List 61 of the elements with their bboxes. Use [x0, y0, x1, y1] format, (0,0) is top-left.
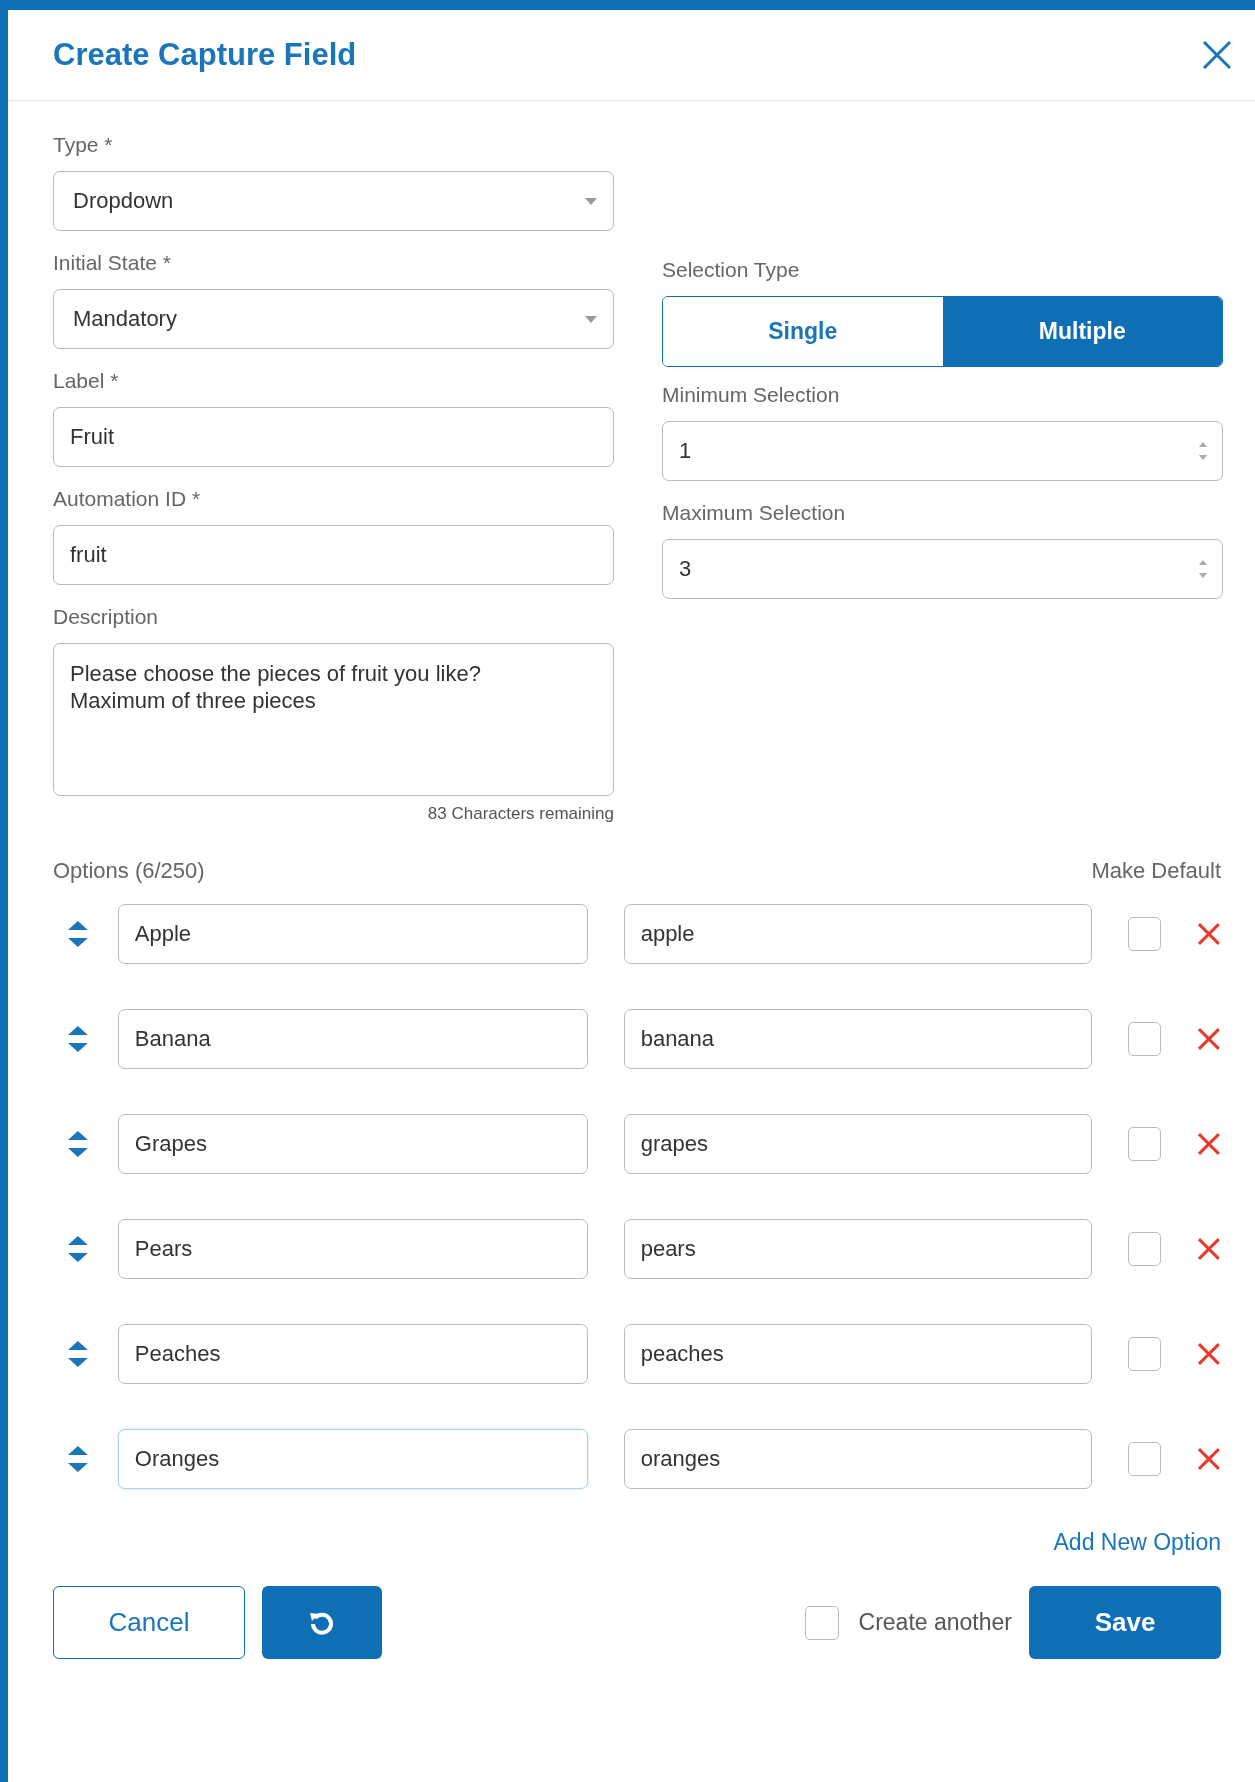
option-label-field[interactable]: Pears — [117, 1219, 588, 1279]
default-checkbox[interactable] — [1127, 1442, 1162, 1476]
default-checkbox[interactable] — [1127, 1337, 1162, 1371]
drag-handle-icon[interactable] — [67, 1339, 89, 1369]
field-label: Label * — [53, 369, 120, 393]
option-value-field[interactable]: apple — [623, 904, 1092, 964]
default-checkbox[interactable] — [1127, 1022, 1162, 1056]
field-label: Type * — [53, 133, 114, 157]
drag-handle-icon[interactable] — [67, 1234, 89, 1264]
option-label-field[interactable]: Banana — [117, 1009, 588, 1069]
default-checkbox[interactable] — [1127, 1232, 1162, 1266]
field-label: Maximum Selection — [662, 501, 847, 525]
cancel-button[interactable]: Cancel — [53, 1586, 245, 1659]
dialog-title: Create Capture Field — [53, 37, 357, 73]
spinner-icon — [1198, 440, 1208, 462]
checkbox-label: Create another — [858, 1609, 1012, 1636]
maximum-selection-field[interactable]: 3 — [662, 539, 1223, 599]
option-label-field[interactable]: Apple — [117, 904, 588, 964]
option-label-field[interactable]: Oranges — [117, 1429, 588, 1489]
default-checkbox[interactable] — [1127, 917, 1162, 951]
drag-handle-icon[interactable] — [67, 919, 89, 949]
label-field[interactable]: Fruit — [53, 407, 614, 467]
caret-icon — [585, 315, 597, 323]
spinner-icon — [1198, 558, 1208, 580]
option-label-field[interactable]: Peaches — [117, 1324, 588, 1384]
options-label: Options (6/250) — [53, 858, 205, 884]
delete-icon[interactable] — [1197, 1132, 1221, 1156]
option-value-field[interactable]: peaches — [623, 1324, 1092, 1384]
option-value-field[interactable]: banana — [623, 1009, 1092, 1069]
delete-icon[interactable] — [1197, 922, 1221, 946]
save-button[interactable]: Save — [1029, 1586, 1221, 1659]
character-counter: 83 Characters remaining — [427, 804, 614, 824]
delete-icon[interactable] — [1197, 1027, 1221, 1051]
column-header: Make Default — [1091, 858, 1221, 884]
create-another-checkbox[interactable] — [804, 1605, 839, 1640]
field-label: Automation ID * — [53, 487, 202, 511]
close-icon[interactable] — [1201, 39, 1233, 71]
drag-handle-icon[interactable] — [67, 1024, 89, 1054]
field-label: Initial State * — [53, 251, 172, 275]
default-checkbox[interactable] — [1127, 1127, 1162, 1161]
field-label: Description — [53, 605, 160, 629]
reset-button[interactable] — [262, 1586, 382, 1659]
drag-handle-icon[interactable] — [67, 1444, 89, 1474]
option-value-field[interactable]: grapes — [623, 1114, 1092, 1174]
selection-type-tab[interactable]: Multiple — [942, 297, 1222, 366]
delete-icon[interactable] — [1197, 1237, 1221, 1261]
drag-handle-icon[interactable] — [67, 1129, 89, 1159]
delete-icon[interactable] — [1197, 1447, 1221, 1471]
description-field[interactable]: Please choose the pieces of fruit you like? Maximum of three pieces — [53, 643, 614, 796]
option-value-field[interactable]: pears — [623, 1219, 1092, 1279]
initial-state-dropdown[interactable]: Mandatory — [53, 289, 614, 349]
delete-icon[interactable] — [1197, 1342, 1221, 1366]
option-label-field[interactable]: Grapes — [117, 1114, 588, 1174]
add-option-link[interactable]: Add New Option — [1053, 1529, 1221, 1556]
field-label: Selection Type — [662, 258, 801, 282]
field-label: Minimum Selection — [662, 383, 841, 407]
minimum-selection-field[interactable]: 1 — [662, 421, 1223, 481]
caret-icon — [585, 197, 597, 205]
automation-id-field[interactable]: fruit — [53, 525, 614, 585]
type-dropdown[interactable]: Dropdown — [53, 171, 614, 231]
option-value-field[interactable]: oranges — [623, 1429, 1092, 1489]
